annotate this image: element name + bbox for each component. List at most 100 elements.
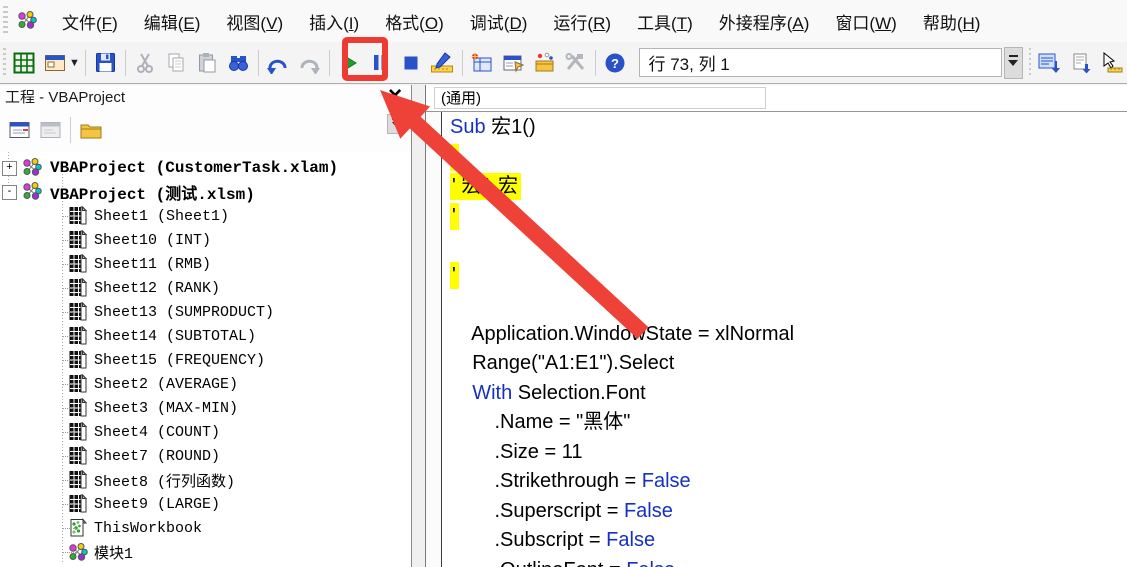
tree-item-sheet7[interactable]: Sheet7 (ROUND)	[0, 444, 411, 468]
menu-item-h[interactable]: 帮助(H)	[910, 3, 994, 40]
menu-item-w[interactable]: 窗口(W)	[822, 3, 909, 40]
help-icon: ?	[604, 52, 626, 74]
break-icon	[371, 53, 389, 72]
close-icon[interactable]: ✕	[387, 87, 403, 106]
object-browser-button[interactable]	[529, 47, 560, 78]
tree-item-label: 模块1	[94, 542, 133, 563]
toolbar-grip[interactable]	[3, 6, 8, 36]
project-explorer-button[interactable]	[467, 47, 498, 78]
tree-item-thisworkbook[interactable]: ThisWorkbook	[0, 516, 411, 540]
toolbox-button[interactable]	[560, 47, 591, 78]
view-excel-button[interactable]	[9, 47, 40, 78]
tree-item-sheet8[interactable]: Sheet8 (行列函数)	[0, 468, 411, 492]
design-mode-button[interactable]	[427, 47, 458, 78]
menu-item-i[interactable]: 插入(I)	[296, 3, 372, 40]
sheet-icon	[68, 206, 88, 226]
tree-item-sheet12[interactable]: Sheet12 (RANK)	[0, 276, 411, 300]
toolbar-overflow-button[interactable]	[1004, 47, 1023, 79]
menu-item-v[interactable]: 视图(V)	[213, 3, 296, 40]
code-line: Application.WindowState = xlNormal	[450, 320, 1127, 350]
tree-item-sheet9[interactable]: Sheet9 (LARGE)	[0, 492, 411, 516]
panel-overflow-button[interactable]	[387, 114, 405, 134]
tree-item-vbaproject[interactable]: +VBAProject (CustomerTask.xlam)	[0, 156, 411, 180]
svg-text:?: ?	[611, 56, 619, 71]
reset-icon	[402, 54, 420, 72]
menu-item-e[interactable]: 编辑(E)	[131, 3, 214, 40]
view-code-button[interactable]	[4, 115, 35, 146]
tree-item-label: Sheet10 (INT)	[94, 232, 211, 249]
code-window: (通用) Sub 宏1()'' 宏1 宏' ' Application.Wind…	[425, 85, 1127, 567]
project-icon	[22, 158, 44, 178]
toolbar-grip[interactable]	[3, 48, 6, 78]
collapse-icon[interactable]: -	[2, 185, 17, 200]
save-button[interactable]	[90, 47, 121, 78]
menu-item-a[interactable]: 外接程序(A)	[706, 3, 823, 40]
expand-icon[interactable]: +	[2, 161, 17, 176]
toolbox-icon	[564, 52, 587, 73]
sheet-icon	[68, 326, 88, 346]
comment-block-button[interactable]	[1034, 47, 1065, 78]
project-panel-title: 工程 - VBAProject	[5, 86, 125, 107]
properties-window-button[interactable]	[498, 47, 529, 78]
break-button[interactable]	[365, 47, 396, 78]
dropdown-caret-icon[interactable]: ▼	[69, 57, 81, 69]
page-down-icon	[1070, 52, 1092, 74]
find-button[interactable]	[223, 47, 254, 78]
code-line: .Subscript = False	[450, 526, 1127, 556]
project-tree: +VBAProject (CustomerTask.xlam)-VBAProje…	[0, 152, 411, 567]
sheet-icon	[68, 254, 88, 274]
menu-item-o[interactable]: 格式(O)	[372, 3, 457, 40]
run-button[interactable]	[334, 47, 365, 78]
toggle-folders-button[interactable]	[75, 115, 106, 146]
indent-guide-button[interactable]	[1096, 47, 1127, 78]
cut-button[interactable]	[130, 47, 161, 78]
tree-item-sheet11[interactable]: Sheet11 (RMB)	[0, 252, 411, 276]
code-editor[interactable]: Sub 宏1()'' 宏1 宏' ' Application.WindowSta…	[426, 112, 1127, 567]
tree-item-sheet13[interactable]: Sheet13 (SUMPRODUCT)	[0, 300, 411, 324]
tree-item-sheet4[interactable]: Sheet4 (COUNT)	[0, 420, 411, 444]
project-icon	[22, 182, 44, 202]
reset-button[interactable]	[396, 47, 427, 78]
tree-item-label: Sheet14 (SUBTOTAL)	[94, 328, 256, 345]
view-excel-icon	[13, 52, 35, 74]
menu-item-d[interactable]: 调试(D)	[457, 3, 541, 40]
view-object-button[interactable]	[35, 115, 66, 146]
tree-item-label: Sheet12 (RANK)	[94, 280, 220, 297]
tree-item-sheet3[interactable]: Sheet3 (MAX-MIN)	[0, 396, 411, 420]
view-code-icon	[8, 120, 31, 140]
undo-button[interactable]	[263, 47, 294, 78]
sheet-icon	[68, 422, 88, 442]
paste-button[interactable]	[192, 47, 223, 78]
sheet-icon	[68, 230, 88, 250]
cut-icon	[135, 52, 155, 73]
module-export-button[interactable]	[1065, 47, 1096, 78]
menu-item-f[interactable]: 文件(F)	[49, 3, 131, 40]
copy-button[interactable]	[161, 47, 192, 78]
workbook-icon	[68, 518, 88, 538]
tree-item-模块1[interactable]: 模块1	[0, 540, 411, 564]
insert-userform-button[interactable]	[40, 47, 71, 78]
tree-item-sheet1[interactable]: Sheet1 (Sheet1)	[0, 204, 411, 228]
code-text: Sub 宏1()'' 宏1 宏' ' Application.WindowSta…	[442, 113, 1127, 567]
copy-icon	[166, 52, 186, 73]
tree-item-sheet14[interactable]: Sheet14 (SUBTOTAL)	[0, 324, 411, 348]
menu-item-t[interactable]: 工具(T)	[624, 3, 706, 40]
tree-item-label: Sheet9 (LARGE)	[94, 496, 220, 513]
insert-userform-icon	[44, 53, 66, 73]
sheet-icon	[68, 470, 88, 490]
object-dropdown[interactable]: (通用)	[434, 87, 766, 109]
menu-item-r[interactable]: 运行(R)	[540, 3, 624, 40]
toolbar-separator	[85, 50, 86, 76]
sheet-icon	[68, 374, 88, 394]
code-window-header: (通用)	[426, 85, 1127, 112]
tree-item-sheet2[interactable]: Sheet2 (AVERAGE)	[0, 372, 411, 396]
tree-item-sheet10[interactable]: Sheet10 (INT)	[0, 228, 411, 252]
help-button[interactable]: ?	[600, 47, 631, 78]
code-line: '	[450, 261, 1127, 291]
cursor-ruler-icon	[1100, 52, 1124, 74]
tree-item-vbaproject[interactable]: -VBAProject (测试.xlsm)	[0, 180, 411, 204]
sheet-icon	[68, 398, 88, 418]
redo-button[interactable]	[294, 47, 325, 78]
toolbar-grip[interactable]	[1029, 48, 1032, 78]
tree-item-sheet15[interactable]: Sheet15 (FREQUENCY)	[0, 348, 411, 372]
